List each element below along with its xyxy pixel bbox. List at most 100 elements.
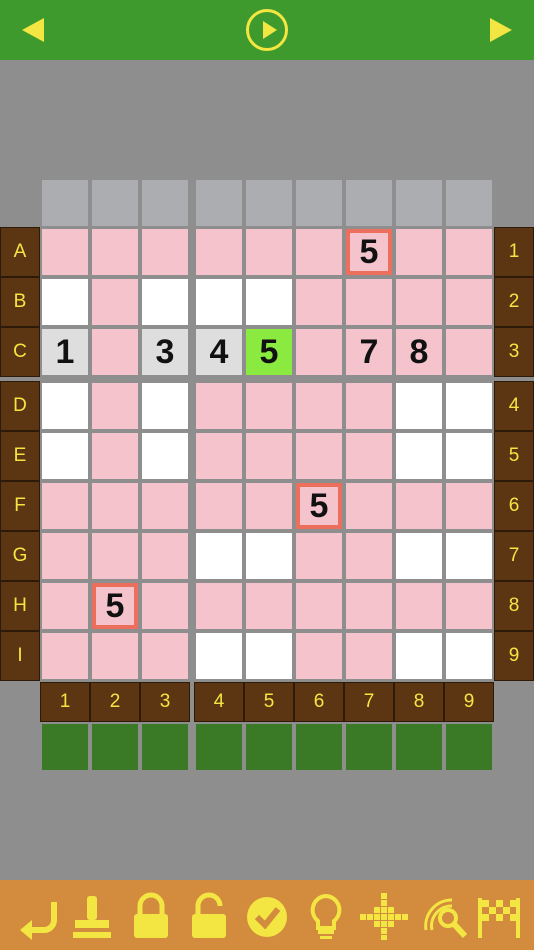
grid-cell[interactable] (246, 279, 292, 325)
grid-cell[interactable]: 7 (346, 329, 392, 375)
grid-cell[interactable] (42, 483, 88, 529)
grid-cell[interactable] (396, 433, 442, 479)
grid-cell[interactable] (42, 229, 88, 275)
grid-cell[interactable] (446, 433, 492, 479)
top-slot[interactable] (346, 180, 392, 226)
grid-cell[interactable] (296, 279, 342, 325)
grid-cell[interactable] (296, 433, 342, 479)
bottom-slot[interactable] (346, 724, 392, 770)
grid-cell[interactable] (42, 583, 88, 629)
grid-cell[interactable]: 5 (246, 329, 292, 375)
finish-flag-icon[interactable] (474, 890, 524, 940)
bottom-slot[interactable] (42, 724, 88, 770)
grid-cell[interactable] (446, 633, 492, 679)
grid-cell[interactable] (142, 583, 188, 629)
grid-cell[interactable] (196, 279, 242, 325)
grid-cell[interactable] (246, 583, 292, 629)
grid-cell[interactable] (196, 533, 242, 579)
stamp-icon[interactable] (67, 890, 117, 940)
grid-cell[interactable]: 5 (92, 583, 138, 629)
grid-cell[interactable] (246, 633, 292, 679)
grid-cell[interactable] (296, 329, 342, 375)
bottom-slot[interactable] (296, 724, 342, 770)
grid-cell[interactable] (296, 533, 342, 579)
grid-cell[interactable] (296, 583, 342, 629)
grid-cell[interactable] (346, 583, 392, 629)
grid-cell[interactable] (296, 633, 342, 679)
grid-cell[interactable] (346, 633, 392, 679)
lightbulb-icon[interactable] (301, 890, 351, 940)
grid-cell[interactable] (246, 483, 292, 529)
bottom-slot[interactable] (396, 724, 442, 770)
lock-icon[interactable] (126, 890, 176, 940)
grid-cell[interactable] (396, 279, 442, 325)
grid-cell[interactable] (92, 229, 138, 275)
grid-cell[interactable] (396, 383, 442, 429)
magnifier-icon[interactable] (418, 890, 468, 940)
grid-cell[interactable] (142, 483, 188, 529)
grid-cell[interactable] (92, 483, 138, 529)
grid-cell[interactable]: 5 (296, 483, 342, 529)
grid-cell[interactable] (142, 279, 188, 325)
grid-cell[interactable] (296, 229, 342, 275)
bottom-slot[interactable] (92, 724, 138, 770)
grid-cell[interactable] (142, 229, 188, 275)
grid-cell[interactable] (396, 583, 442, 629)
play-circle-icon[interactable] (246, 9, 288, 51)
bottom-slot[interactable] (246, 724, 292, 770)
grid-cell[interactable] (142, 633, 188, 679)
grid-cell[interactable]: 3 (142, 329, 188, 375)
grid-cell[interactable] (246, 229, 292, 275)
grid-cell[interactable] (346, 483, 392, 529)
grid-cell[interactable] (446, 383, 492, 429)
triangle-right-icon[interactable] (490, 18, 512, 42)
grid-cell[interactable] (92, 633, 138, 679)
top-slot[interactable] (246, 180, 292, 226)
grid-cell[interactable] (42, 533, 88, 579)
grid-cell[interactable] (92, 329, 138, 375)
grid-cell[interactable] (446, 279, 492, 325)
grid-cell[interactable] (296, 383, 342, 429)
top-slot[interactable] (196, 180, 242, 226)
grid-cell[interactable] (42, 279, 88, 325)
unlock-icon[interactable] (184, 890, 234, 940)
top-slot[interactable] (396, 180, 442, 226)
top-slot[interactable] (446, 180, 492, 226)
grid-cell[interactable] (346, 279, 392, 325)
grid-cell[interactable] (396, 533, 442, 579)
top-slot[interactable] (142, 180, 188, 226)
grid-cell[interactable] (196, 383, 242, 429)
grid-cell[interactable] (446, 533, 492, 579)
bottom-slot[interactable] (196, 724, 242, 770)
grid-cell[interactable] (92, 383, 138, 429)
grid-cell[interactable] (346, 533, 392, 579)
grid-cell[interactable] (92, 533, 138, 579)
grid-cell[interactable] (396, 229, 442, 275)
grid-cell[interactable] (42, 383, 88, 429)
grid-cell[interactable] (42, 433, 88, 479)
grid-cell[interactable] (446, 229, 492, 275)
top-slot[interactable] (92, 180, 138, 226)
grid-cell[interactable]: 1 (42, 329, 88, 375)
undo-icon[interactable] (14, 890, 64, 940)
grid-cell[interactable] (196, 433, 242, 479)
grid-cell[interactable]: 8 (396, 329, 442, 375)
bottom-slot[interactable] (142, 724, 188, 770)
grid-cell[interactable] (196, 633, 242, 679)
grid-cell[interactable] (446, 483, 492, 529)
grid-cell[interactable] (246, 383, 292, 429)
grid-cell[interactable] (142, 533, 188, 579)
grid-cell[interactable] (142, 383, 188, 429)
cross-dots-icon[interactable] (359, 890, 409, 941)
grid-cell[interactable] (196, 583, 242, 629)
top-slot[interactable] (296, 180, 342, 226)
grid-cell[interactable]: 5 (346, 229, 392, 275)
grid-cell[interactable] (42, 633, 88, 679)
grid-cell[interactable] (142, 433, 188, 479)
grid-cell[interactable] (396, 633, 442, 679)
check-icon[interactable] (242, 890, 292, 940)
grid-cell[interactable] (346, 433, 392, 479)
grid-cell[interactable] (396, 483, 442, 529)
grid-cell[interactable] (246, 433, 292, 479)
bottom-slot[interactable] (446, 724, 492, 770)
